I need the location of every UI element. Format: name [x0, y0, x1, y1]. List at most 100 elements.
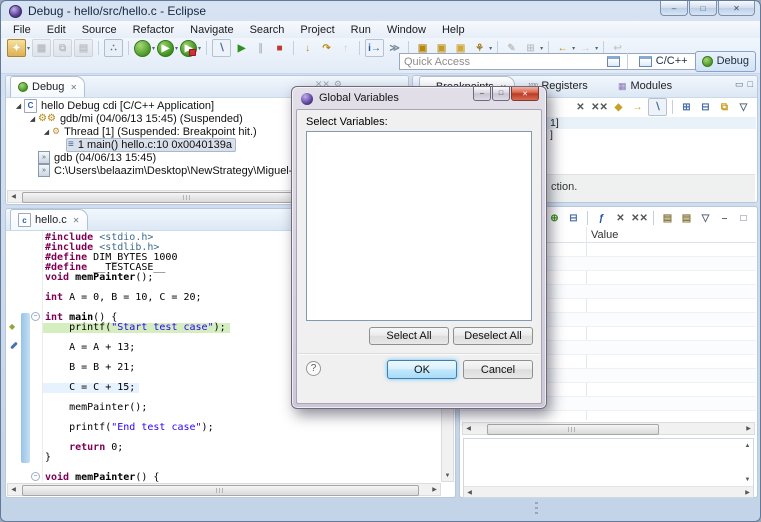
tree-expander-icon[interactable]: ◢ [27, 115, 38, 123]
trace-control-icon[interactable]: ∴ [104, 39, 123, 57]
scroll-thumb[interactable] [487, 424, 659, 435]
step-over-icon[interactable]: ↷ [318, 40, 335, 56]
tree-expander-icon[interactable]: ◢ [41, 128, 52, 136]
step-into-icon[interactable]: ↓ [299, 40, 316, 56]
view-maximize-icon[interactable]: □ [748, 79, 753, 90]
show-breakpoints-supported-icon[interactable]: ◆ [610, 99, 627, 115]
menu-window[interactable]: Window [379, 23, 434, 37]
console-action-dropdown-icon[interactable]: ▾ [489, 45, 492, 52]
window-maximize-button[interactable]: □ [689, 1, 717, 16]
remove-all-breakpoints-icon[interactable]: ✕✕ [591, 99, 608, 115]
window-minimize-button[interactable]: – [660, 1, 688, 16]
scroll-down-arrow[interactable]: ▼ [742, 474, 753, 485]
skip-all-breakpoints-icon[interactable]: ∖ [212, 39, 231, 57]
variables-detail-pane[interactable]: ▲ ▼ ◀ ▶ [463, 438, 754, 498]
editor-hscrollbar[interactable]: ◀ ▶ [7, 483, 441, 496]
menu-edit[interactable]: Edit [39, 23, 74, 37]
view-minimize-icon[interactable]: ▭ [735, 79, 744, 90]
link-with-debug-icon[interactable]: ⧉ [716, 99, 733, 115]
fold-collapse-icon[interactable]: − [31, 472, 40, 481]
debug-icon[interactable] [134, 40, 151, 57]
remove-all-expressions-icon[interactable]: ✕✕ [631, 210, 648, 226]
scroll-right-arrow[interactable]: ▶ [743, 423, 754, 434]
title-bar[interactable]: Debug - hello/src/hello.c - Eclipse – □ … [1, 1, 760, 21]
menu-file[interactable]: File [5, 23, 39, 37]
select-all-button[interactable]: Select All [369, 327, 449, 345]
instruction-stepping-icon[interactable]: i→ [365, 39, 384, 57]
debug-tab-close-icon[interactable]: ✕ [70, 83, 77, 92]
ok-button[interactable]: OK [387, 360, 457, 379]
scroll-down-arrow[interactable]: ▼ [442, 470, 453, 481]
reset-icon[interactable]: ▤ [678, 210, 695, 226]
open-perspective-button[interactable] [605, 53, 622, 69]
scroll-left-arrow[interactable]: ◀ [8, 484, 19, 495]
run-dropdown-icon[interactable]: ▾ [175, 45, 178, 52]
scroll-thumb[interactable] [22, 485, 419, 496]
new-wizard-dropdown-icon[interactable]: ▾ [27, 45, 30, 52]
menu-help[interactable]: Help [434, 23, 473, 37]
deselect-all-button[interactable]: Deselect All [453, 327, 533, 345]
menu-source[interactable]: Source [74, 23, 125, 37]
cancel-button[interactable]: Cancel [463, 360, 533, 379]
expand-all-icon[interactable]: ⊞ [678, 99, 695, 115]
scroll-up-arrow[interactable]: ▲ [742, 440, 753, 451]
view-menu-icon[interactable]: ▽ [697, 210, 714, 226]
show-type-names-icon[interactable]: ƒ [593, 210, 610, 226]
go-to-file-icon[interactable]: → [629, 99, 646, 115]
collapse-all-icon[interactable]: ⊟ [565, 210, 582, 226]
perspective-debug-button[interactable]: Debug [695, 51, 756, 72]
back-dropdown-icon[interactable]: ▾ [572, 45, 575, 52]
remove-breakpoint-icon[interactable]: ✕ [572, 99, 589, 115]
new-wizard-icon[interactable]: ✦ [7, 39, 26, 57]
dialog-minimize-button[interactable]: – [473, 87, 491, 101]
new-rendering-icon[interactable]: ▤ [659, 210, 676, 226]
perspective-cpp-button[interactable]: C/C++ [632, 51, 695, 72]
tree-expander-icon[interactable]: ◢ [13, 102, 24, 110]
tab-debug[interactable]: Debug ✕ [10, 76, 85, 97]
annotation-dropdown-icon[interactable]: ▾ [540, 45, 543, 52]
breakpoint-icon[interactable] [10, 342, 18, 350]
minimize-icon[interactable]: – [716, 210, 733, 226]
selected-stack-frame[interactable]: ≡1 main() hello.c:10 0x0040139a [66, 138, 236, 152]
remove-expression-icon[interactable]: ✕ [612, 210, 629, 226]
value-column-header[interactable]: Value [591, 229, 618, 241]
menu-project[interactable]: Project [292, 23, 342, 37]
run-icon[interactable]: ▶ [157, 40, 174, 57]
tab-hello-c[interactable]: c hello.c ✕ [10, 209, 88, 230]
status-sash-grip[interactable] [535, 502, 538, 516]
dialog-close-button[interactable]: ✕ [511, 87, 539, 101]
menu-run[interactable]: Run [343, 23, 379, 37]
scroll-left-arrow[interactable]: ◀ [464, 487, 475, 498]
fold-collapse-icon[interactable]: − [31, 312, 40, 321]
add-expression-icon[interactable]: ⊕ [546, 210, 563, 226]
code-line[interactable]: printf("End test case"); [43, 423, 441, 433]
scroll-left-arrow[interactable]: ◀ [8, 191, 19, 202]
terminate-icon[interactable]: ■ [271, 40, 288, 56]
editor-tab-close-icon[interactable]: ✕ [73, 216, 80, 225]
scroll-left-arrow[interactable]: ◀ [463, 423, 474, 434]
tab-modules[interactable]: ▦Modules [611, 76, 679, 96]
menu-navigate[interactable]: Navigate [182, 23, 241, 37]
scroll-right-arrow[interactable]: ▶ [742, 487, 753, 498]
code-line[interactable]: return 0; [43, 443, 441, 453]
code-line[interactable]: void memPainter() { [43, 473, 441, 482]
maximize-icon[interactable]: □ [735, 210, 752, 226]
profile-icon[interactable]: ▶ [180, 40, 197, 57]
forward-dropdown-icon[interactable]: ▾ [595, 45, 598, 52]
editor-gutter[interactable]: − ◆ − [7, 231, 43, 482]
instruction-pointer-icon[interactable]: ◆ [9, 323, 15, 331]
menu-search[interactable]: Search [242, 23, 293, 37]
code-line[interactable]: } [43, 453, 441, 463]
help-button[interactable]: ? [306, 361, 321, 376]
resume-icon[interactable]: ▶ [233, 40, 250, 56]
view-menu-icon[interactable]: ▽ [735, 99, 752, 115]
dialog-maximize-button[interactable]: □ [492, 87, 510, 101]
variables-select-list[interactable] [306, 131, 532, 321]
profile-dropdown-icon[interactable]: ▾ [198, 45, 201, 52]
variables-hscrollbar[interactable]: ◀ ▶ [462, 422, 755, 435]
window-close-button[interactable]: ✕ [718, 1, 755, 16]
collapse-all-icon[interactable]: ⊟ [697, 99, 714, 115]
scroll-right-arrow[interactable]: ▶ [429, 484, 440, 495]
debug-dropdown-icon[interactable]: ▾ [152, 45, 155, 52]
menu-refactor[interactable]: Refactor [125, 23, 183, 37]
